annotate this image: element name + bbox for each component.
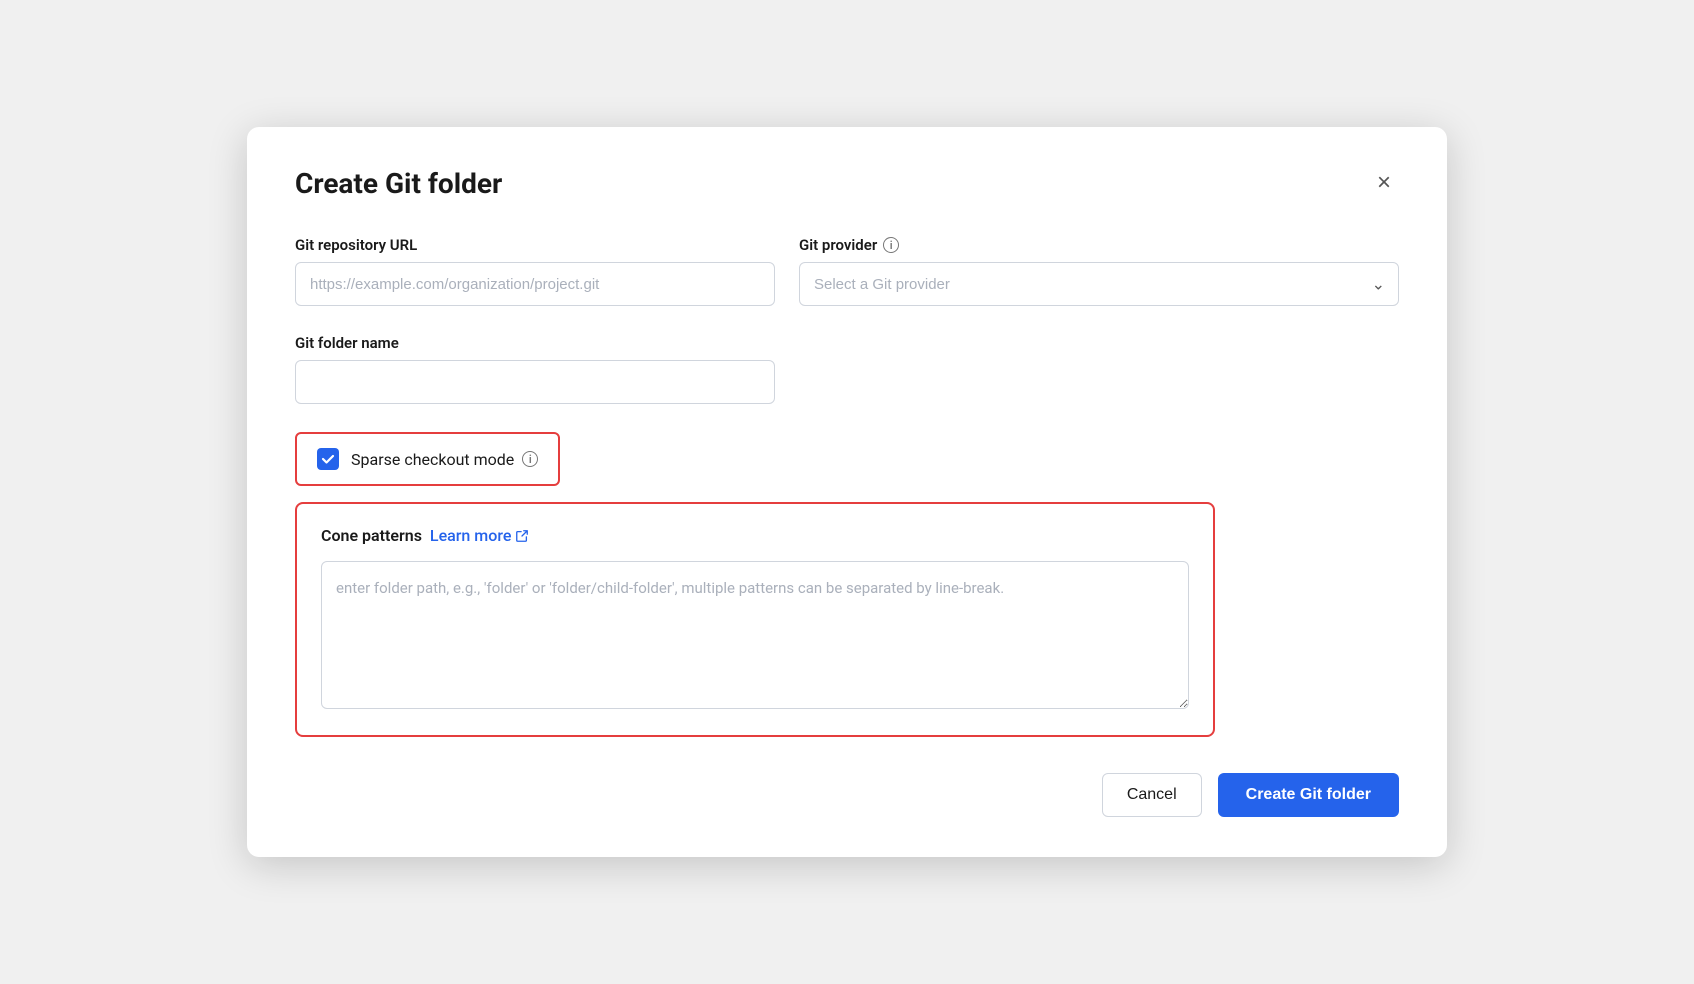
sparse-checkout-info-icon[interactable]: i <box>522 451 538 467</box>
dialog-footer: Cancel Create Git folder <box>295 773 1399 817</box>
git-folder-name-input[interactable] <box>295 360 775 404</box>
cone-patterns-section: Cone patterns Learn more <box>295 502 1215 737</box>
git-provider-select[interactable]: Select a Git provider GitHub GitLab Bitb… <box>799 262 1399 306</box>
dialog-header: Create Git folder × <box>295 167 1399 200</box>
git-url-input[interactable] <box>295 262 775 306</box>
git-folder-name-group: Git folder name <box>295 334 1399 404</box>
git-url-label: Git repository URL <box>295 236 775 254</box>
check-icon <box>321 452 335 466</box>
learn-more-link[interactable]: Learn more <box>430 526 529 545</box>
git-folder-name-label: Git folder name <box>295 334 1399 352</box>
git-provider-select-wrapper: Select a Git provider GitHub GitLab Bitb… <box>799 262 1399 306</box>
create-git-folder-dialog: Create Git folder × Git repository URL G… <box>247 127 1447 857</box>
sparse-checkout-section[interactable]: Sparse checkout mode i <box>295 432 560 486</box>
close-button[interactable]: × <box>1369 167 1399 199</box>
cone-patterns-textarea[interactable] <box>321 561 1189 709</box>
url-provider-row: Git repository URL Git provider i Select… <box>295 236 1399 306</box>
git-provider-label: Git provider i <box>799 236 1399 254</box>
git-provider-info-icon[interactable]: i <box>883 237 899 253</box>
folder-name-row: Git folder name <box>295 334 1399 404</box>
git-provider-group: Git provider i Select a Git provider Git… <box>799 236 1399 306</box>
dialog-title: Create Git folder <box>295 167 502 200</box>
cone-patterns-header: Cone patterns Learn more <box>321 526 1189 545</box>
sparse-checkout-label[interactable]: Sparse checkout mode i <box>351 450 538 469</box>
sparse-checkout-checkbox[interactable] <box>317 448 339 470</box>
create-git-folder-button[interactable]: Create Git folder <box>1218 773 1399 817</box>
external-link-icon <box>515 529 529 543</box>
cancel-button[interactable]: Cancel <box>1102 773 1202 817</box>
git-url-group: Git repository URL <box>295 236 775 306</box>
